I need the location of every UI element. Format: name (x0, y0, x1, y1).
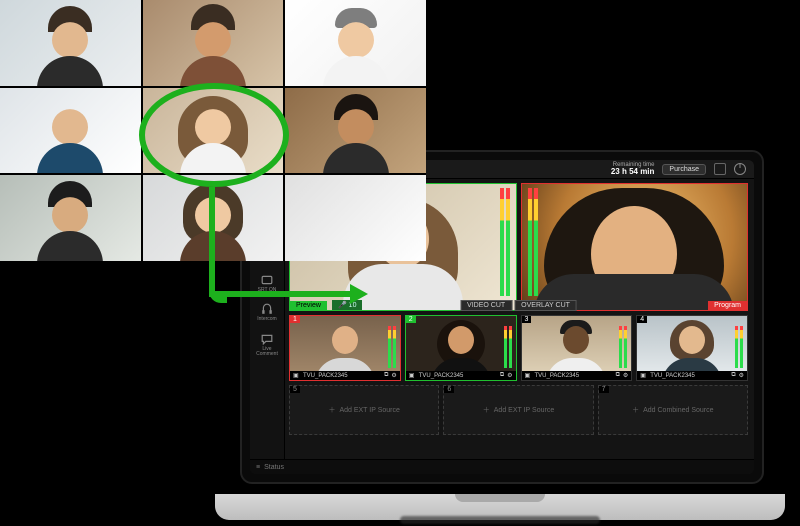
vu-meter (534, 188, 538, 296)
participant-tile[interactable] (0, 0, 141, 86)
add-ext-ip-source-button[interactable]: 6＋Add EXT IP Source (443, 385, 593, 435)
callout-arrow (209, 187, 215, 297)
participant-tile-empty (285, 175, 426, 261)
sidebar-item-intercom[interactable]: Intercom (255, 303, 279, 323)
vu-meter (528, 188, 532, 296)
preview-label: Preview (290, 301, 327, 310)
source-thumb[interactable]: 1▣TVU_PACK2345⧉⚙ (289, 315, 401, 381)
plus-icon: ＋ (328, 405, 335, 415)
power-icon[interactable] (734, 163, 746, 175)
overlay-cut-button[interactable]: OVERLAY CUT (514, 300, 577, 311)
plus-icon: ＋ (632, 405, 639, 415)
vu-meter (506, 188, 510, 296)
callout-arrow (209, 291, 355, 297)
remaining-time: Remaining time 23 h 54 min (611, 162, 655, 176)
pack-icon: ▣ (409, 372, 416, 379)
program-label: Program (708, 301, 747, 310)
pack-icon: ▣ (293, 372, 300, 379)
gear-icon[interactable]: ⚙ (739, 372, 744, 379)
popout-icon[interactable]: ⧉ (500, 372, 504, 379)
add-combined-source-button[interactable]: 7＋Add Combined Source (598, 385, 748, 435)
gear-icon[interactable]: ⚙ (391, 372, 396, 379)
arrow-right-icon (350, 284, 368, 304)
source-thumb[interactable]: 3▣TVU_PACK2345⧉⚙ (521, 315, 633, 381)
participant-tile[interactable] (285, 0, 426, 86)
popout-icon[interactable]: ⧉ (384, 372, 388, 379)
plus-icon: ＋ (483, 405, 490, 415)
gear-icon[interactable]: ⚙ (507, 372, 512, 379)
participant-tile[interactable] (285, 88, 426, 174)
settings-icon[interactable] (714, 163, 726, 175)
sidebar-item-live-comment[interactable]: Live Comment (255, 333, 279, 358)
participant-tile-selected[interactable] (143, 88, 284, 174)
popout-icon[interactable]: ⧉ (616, 372, 620, 379)
source-thumb[interactable]: 4▣TVU_PACK2345⧉⚙ (636, 315, 748, 381)
participant-tile[interactable] (143, 0, 284, 86)
gear-icon[interactable]: ⚙ (623, 372, 628, 379)
add-ext-ip-source-button[interactable]: 5＋Add EXT IP Source (289, 385, 439, 435)
program-monitor[interactable]: Program (521, 183, 749, 311)
pack-icon: ▣ (640, 372, 647, 379)
participant-tile[interactable] (0, 175, 141, 261)
popout-icon[interactable]: ⧉ (731, 372, 735, 379)
video-cut-button[interactable]: VIDEO CUT (460, 300, 512, 311)
participant-tile[interactable] (0, 88, 141, 174)
vu-meter (500, 188, 504, 296)
status-bar: ≡Status (250, 459, 754, 474)
pack-icon: ▣ (525, 372, 532, 379)
purchase-button[interactable]: Purchase (662, 164, 706, 175)
source-thumb[interactable]: 2▣TVU_PACK2345⧉⚙ (405, 315, 517, 381)
status-icon: ≡ (256, 464, 260, 471)
